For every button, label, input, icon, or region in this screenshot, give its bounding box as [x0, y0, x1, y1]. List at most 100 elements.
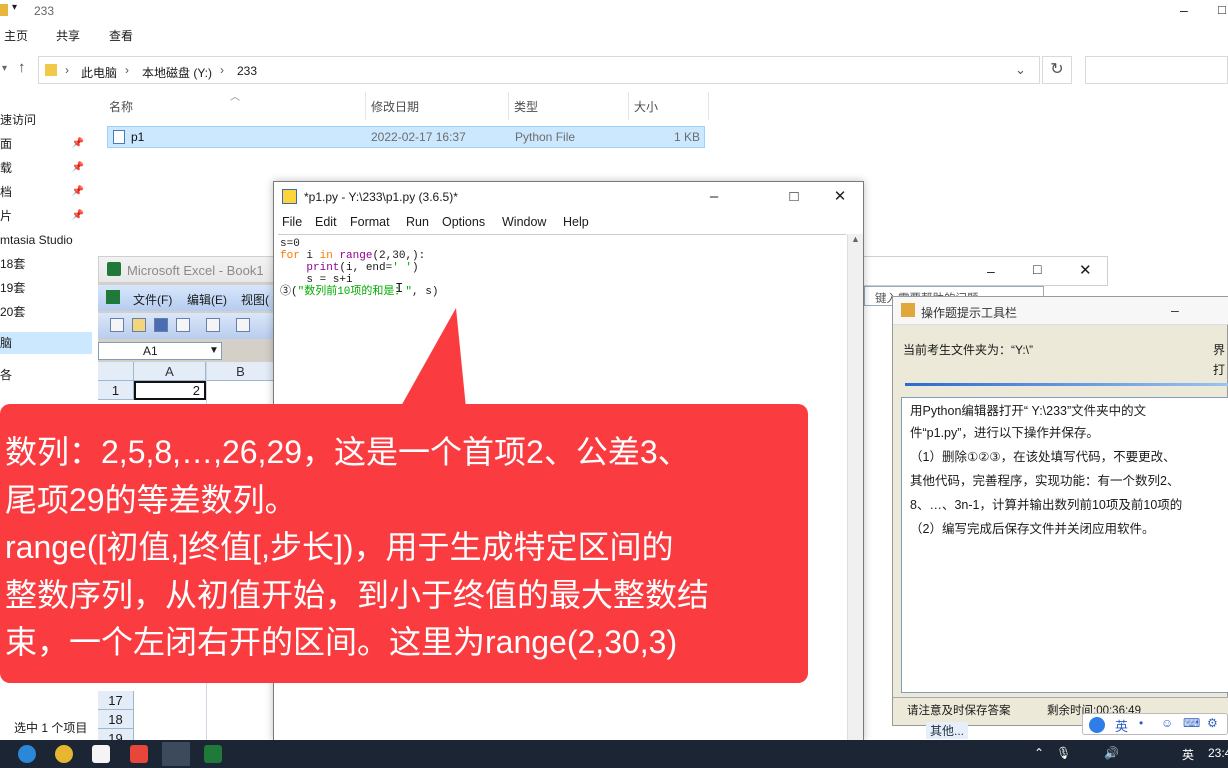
- explorer-titlebar: ▾ 233 – □: [0, 0, 1228, 22]
- excel-titlebar[interactable]: Microsoft Excel - Book1: [98, 256, 276, 283]
- app-icon[interactable]: [92, 745, 110, 763]
- tab-view[interactable]: 查看: [109, 27, 133, 44]
- status-text: 选中 1 个项目: [14, 721, 88, 735]
- name-box[interactable]: A1 ▼: [98, 342, 222, 360]
- column-header-type[interactable]: 类型: [514, 98, 538, 115]
- new-icon[interactable]: [110, 318, 124, 332]
- row-header[interactable]: 17: [98, 691, 134, 710]
- menu-help[interactable]: Help: [563, 215, 589, 229]
- menu-view[interactable]: 视图(: [241, 291, 269, 308]
- nav-item-quick-access[interactable]: 速访问: [0, 109, 92, 131]
- menu-edit[interactable]: Edit: [315, 215, 337, 229]
- menu-window[interactable]: Window: [502, 215, 546, 229]
- recent-dropdown-icon[interactable]: ▾: [2, 63, 7, 74]
- edge-icon[interactable]: [18, 745, 36, 763]
- punctuation-icon[interactable]: •: [1139, 716, 1143, 730]
- nav-item-desktop[interactable]: 面 📌: [0, 133, 92, 155]
- ime-mode[interactable]: 英: [1115, 716, 1128, 735]
- search-input[interactable]: [1085, 56, 1228, 84]
- maximize-button[interactable]: □: [1033, 261, 1041, 277]
- menu-edit[interactable]: 编辑(E): [187, 291, 227, 308]
- nav-label: 20套: [0, 305, 26, 319]
- microphone-icon[interactable]: 🎙: [1056, 746, 1071, 760]
- emoji-icon[interactable]: ☺: [1161, 716, 1173, 730]
- nav-item-pictures[interactable]: 片 📌: [0, 205, 92, 227]
- tab-share[interactable]: 共享: [56, 27, 80, 44]
- minimize-button[interactable]: –: [987, 263, 995, 279]
- menu-run[interactable]: Run: [406, 215, 429, 229]
- menu-file[interactable]: 文件(F): [133, 291, 172, 308]
- breadcrumb-drive[interactable]: 本地磁盘 (Y:): [142, 64, 212, 81]
- refresh-button[interactable]: ↻: [1042, 56, 1072, 84]
- open-icon[interactable]: [132, 318, 146, 332]
- ime-toolbar[interactable]: 英 • ☺ ⌨ ⚙: [1082, 713, 1228, 735]
- nav-item-downloads[interactable]: 载 📌: [0, 157, 92, 179]
- chevron-down-icon[interactable]: ▼: [209, 343, 219, 359]
- paste-icon[interactable]: [236, 318, 250, 332]
- maximize-button[interactable]: □: [1218, 2, 1226, 17]
- nav-item-camtasia[interactable]: mtasia Studio: [0, 229, 92, 251]
- hint-titlebar[interactable]: 操作题提示工具栏 –: [893, 297, 1228, 325]
- input-language[interactable]: 英: [1182, 746, 1194, 763]
- nav-item-20[interactable]: 20套: [0, 301, 92, 323]
- tab-home[interactable]: 主页: [4, 27, 28, 44]
- chevron-up-icon[interactable]: ⌃: [1034, 746, 1044, 760]
- column-divider[interactable]: [708, 92, 709, 120]
- nav-item-18[interactable]: 18套: [0, 253, 92, 275]
- row-header[interactable]: 1: [98, 381, 134, 400]
- column-divider[interactable]: [365, 92, 366, 120]
- idle-titlebar[interactable]: *p1.py - Y:\233\p1.py (3.6.5)* – □ ✕: [274, 182, 863, 212]
- minimize-button[interactable]: –: [694, 186, 734, 208]
- idle-taskbar-button[interactable]: [162, 742, 190, 766]
- save-icon[interactable]: [154, 318, 168, 332]
- speaker-icon[interactable]: 🔊: [1104, 746, 1119, 760]
- menu-format[interactable]: Format: [350, 215, 390, 229]
- permission-icon[interactable]: [176, 318, 190, 332]
- excel-taskbar-icon[interactable]: [204, 745, 222, 763]
- column-divider[interactable]: [628, 92, 629, 120]
- maximize-button[interactable]: □: [774, 186, 814, 208]
- vertical-scrollbar[interactable]: ▲: [847, 234, 863, 740]
- file-row[interactable]: p1 2022-02-17 16:37 Python File 1 KB: [107, 126, 705, 148]
- chrome-icon[interactable]: [55, 745, 73, 763]
- background-window-titlebar[interactable]: – □ ✕: [862, 256, 1108, 286]
- cell-a1[interactable]: 2: [134, 381, 206, 400]
- breadcrumb-this-pc[interactable]: 此电脑: [81, 64, 117, 81]
- text-cursor-icon: I: [395, 281, 404, 297]
- menu-file[interactable]: File: [282, 215, 302, 229]
- hint-toolbar-window[interactable]: 操作题提示工具栏 – 当前考生文件夹为：“Y:\” 界 打 用Python编辑器…: [892, 296, 1228, 726]
- quick-access-dropdown-icon[interactable]: ▾: [12, 2, 17, 13]
- minimize-button[interactable]: –: [1171, 302, 1179, 318]
- column-header-name[interactable]: 名称: [109, 98, 133, 115]
- keyboard-icon[interactable]: ⌨: [1183, 716, 1200, 730]
- ime-logo-icon: [1089, 717, 1105, 733]
- address-bar[interactable]: › 此电脑 › 本地磁盘 (Y:) › 233 ⌄: [38, 56, 1040, 84]
- up-arrow-icon[interactable]: ↑: [18, 59, 26, 76]
- refresh-icon: ↻: [1050, 61, 1064, 78]
- annotation-callout: 数列：2,5,8,…,26,29，这是一个首项2、公差3、 尾项29的等差数列。…: [0, 404, 808, 683]
- close-button[interactable]: ✕: [1079, 261, 1092, 279]
- column-header-size[interactable]: 大小: [634, 98, 658, 115]
- column-header-modified[interactable]: 修改日期: [371, 98, 419, 115]
- minimize-button[interactable]: –: [1180, 2, 1188, 18]
- breadcrumb-folder[interactable]: 233: [237, 64, 257, 78]
- nav-item-19[interactable]: 19套: [0, 277, 92, 299]
- row-header[interactable]: 19: [98, 729, 134, 740]
- other-link[interactable]: 其他...: [926, 722, 969, 739]
- settings-icon[interactable]: ⚙: [1207, 716, 1218, 730]
- clock[interactable]: 23:4: [1208, 746, 1228, 760]
- nav-item-this-pc[interactable]: 脑: [0, 332, 92, 354]
- menu-options[interactable]: Options: [442, 215, 485, 229]
- recorder-icon[interactable]: [130, 745, 148, 763]
- nav-item-documents[interactable]: 档 📌: [0, 181, 92, 203]
- nav-item-network[interactable]: 各: [0, 364, 92, 386]
- close-button[interactable]: ✕: [820, 186, 860, 208]
- column-header-b[interactable]: B: [206, 362, 276, 381]
- row-header[interactable]: 18: [98, 710, 134, 729]
- print-icon[interactable]: [206, 318, 220, 332]
- column-header-a[interactable]: A: [134, 362, 206, 381]
- chevron-down-icon[interactable]: ⌄: [1015, 62, 1026, 78]
- scroll-up-icon[interactable]: ▲: [851, 234, 860, 244]
- select-all-corner[interactable]: [98, 362, 134, 381]
- column-divider[interactable]: [508, 92, 509, 120]
